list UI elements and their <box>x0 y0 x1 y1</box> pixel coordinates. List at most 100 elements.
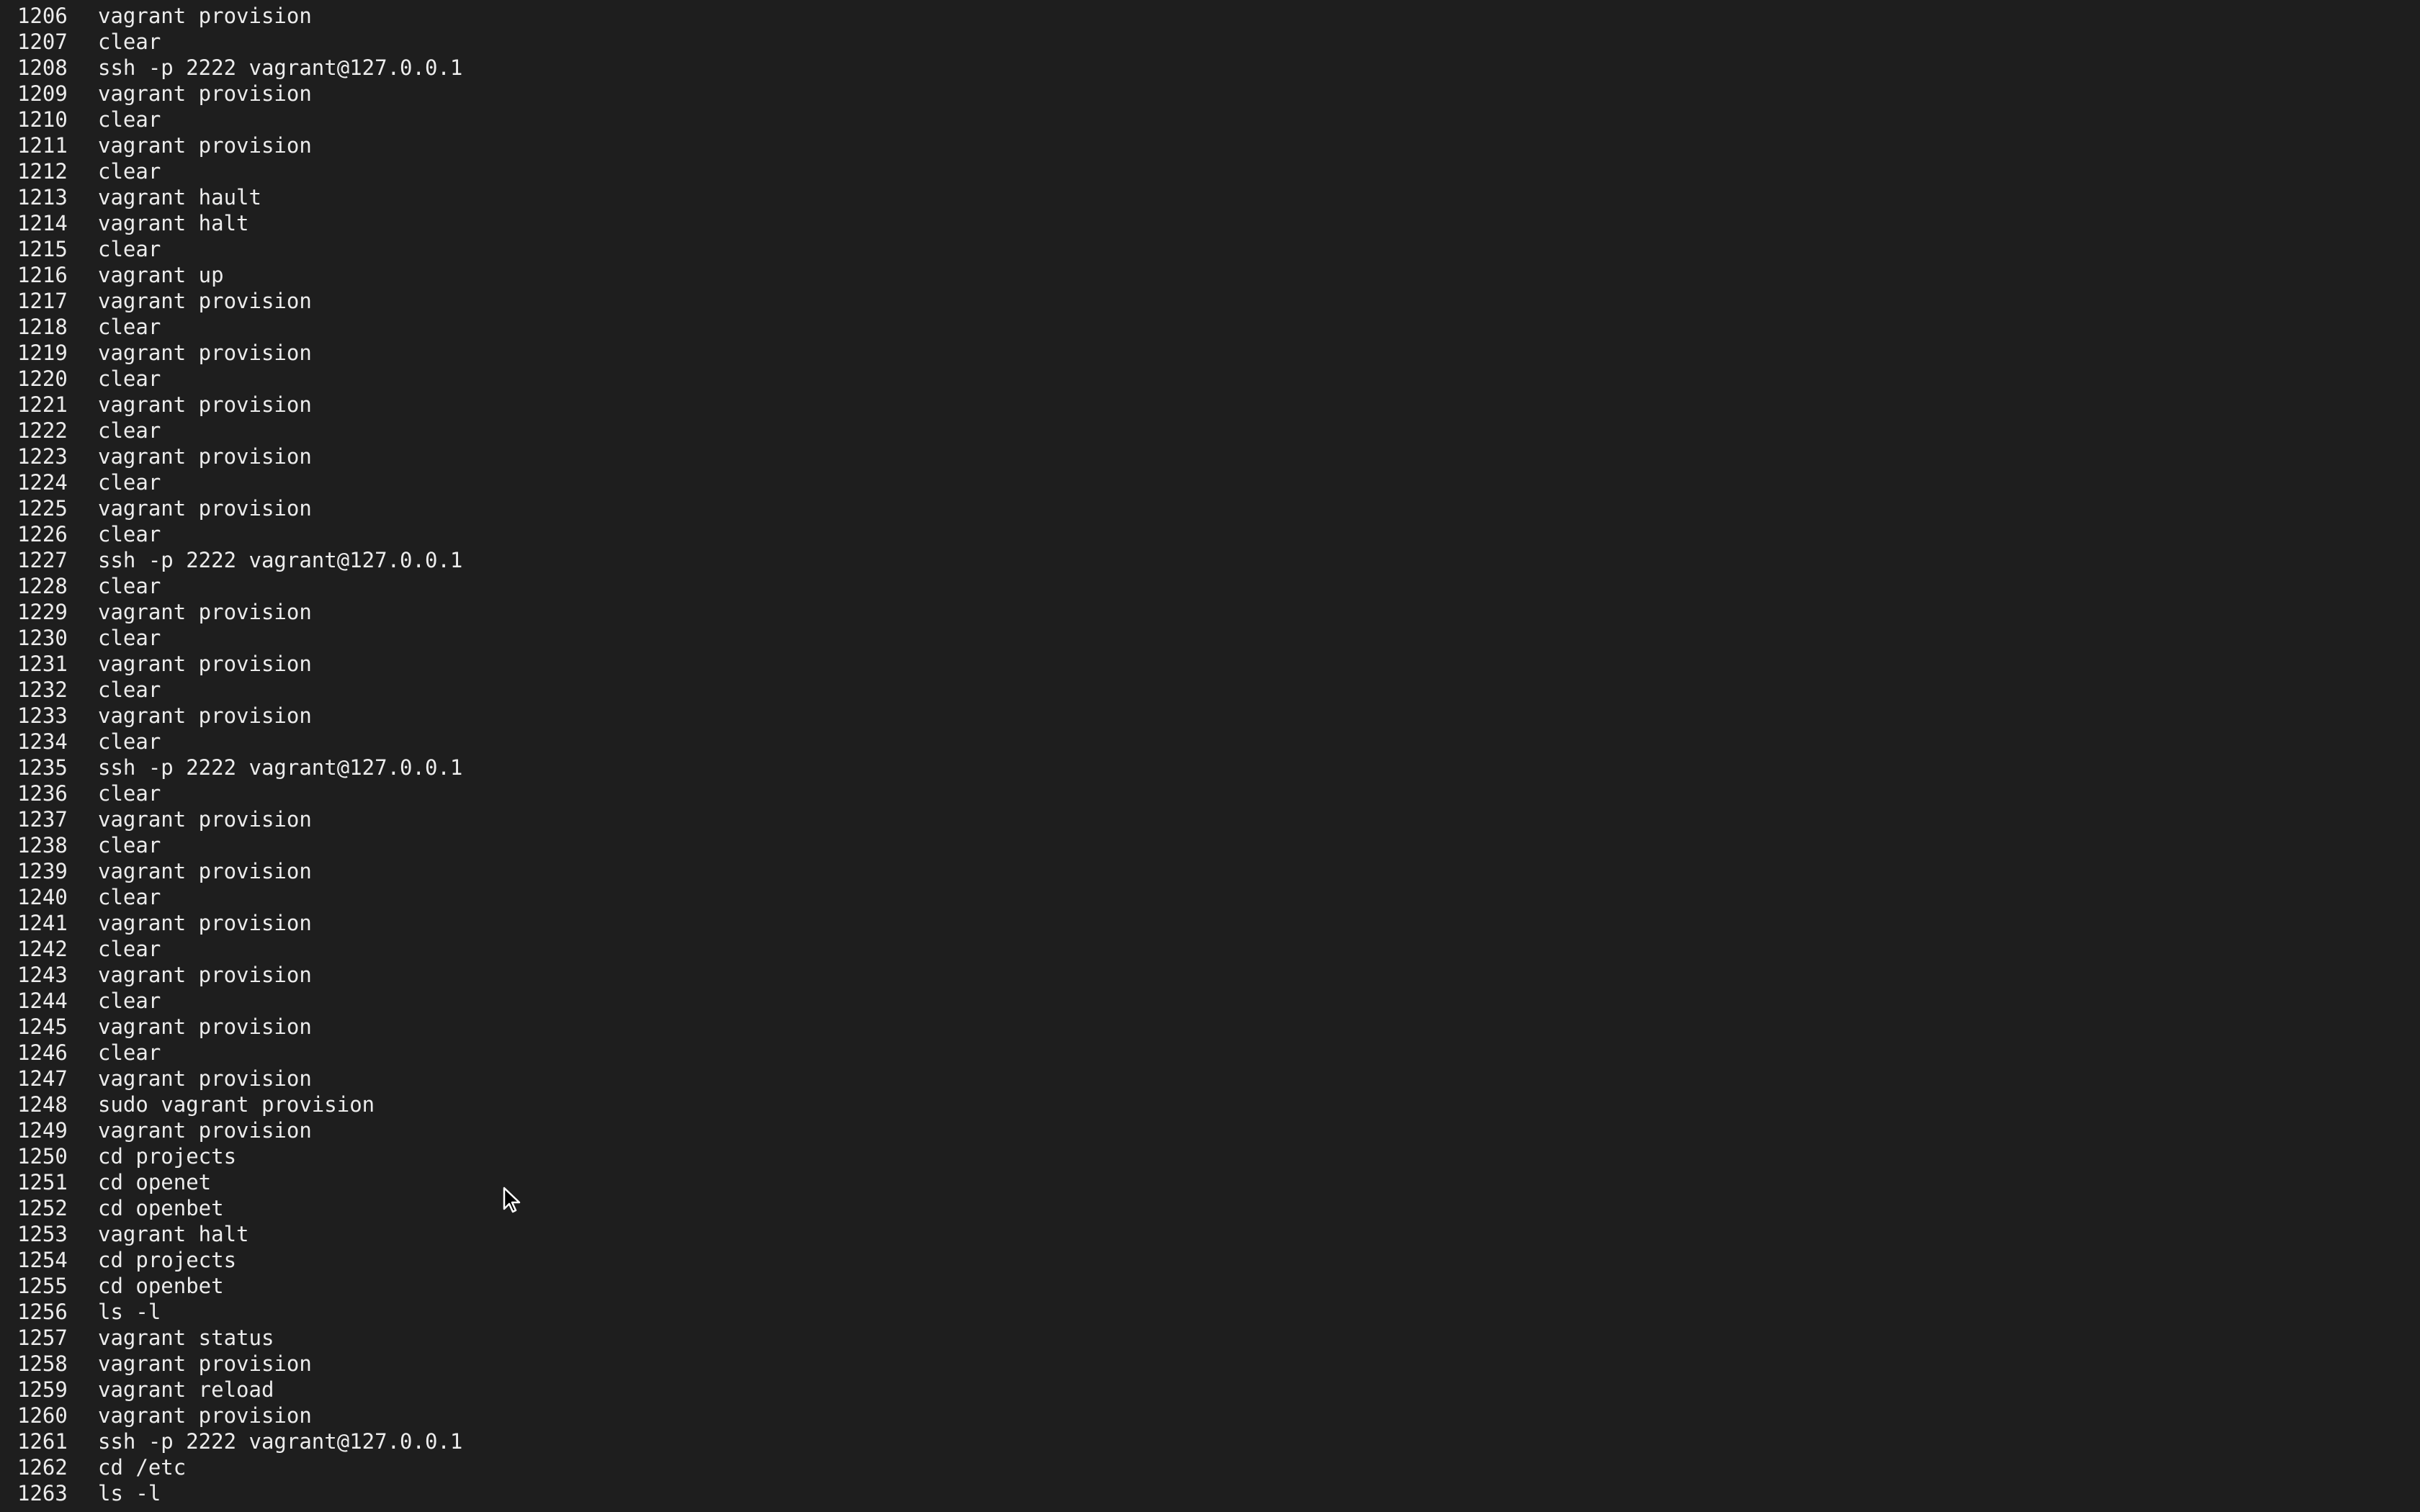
history-line: 1229 vagrant provision <box>17 599 2420 625</box>
history-line: 1212 clear <box>17 158 2420 184</box>
history-command: clear <box>98 315 161 339</box>
history-command: clear <box>98 989 161 1013</box>
history-line: 1250 cd projects <box>17 1143 2420 1169</box>
history-line-number: 1250 <box>17 1144 68 1169</box>
history-line-number: 1219 <box>17 341 68 365</box>
history-line-number: 1248 <box>17 1092 68 1117</box>
history-line: 1252 cd openbet <box>17 1195 2420 1221</box>
history-line-number: 1233 <box>17 703 68 728</box>
history-command: clear <box>98 885 161 909</box>
history-command: vagrant provision <box>98 703 312 728</box>
history-line-number: 1263 <box>17 1481 68 1506</box>
history-command: clear <box>98 30 161 54</box>
history-line-number: 1215 <box>17 237 68 261</box>
history-command: clear <box>98 729 161 754</box>
history-command: vagrant provision <box>98 444 312 469</box>
history-line: 1257 vagrant status <box>17 1325 2420 1351</box>
history-command: vagrant up <box>98 263 224 287</box>
history-line-number: 1235 <box>17 755 68 780</box>
history-line-number: 1218 <box>17 315 68 339</box>
history-line: 1235 ssh -p 2222 vagrant@127.0.0.1 <box>17 755 2420 780</box>
history-line: 1239 vagrant provision <box>17 858 2420 884</box>
history-command: clear <box>98 1040 161 1065</box>
history-line-number: 1242 <box>17 937 68 961</box>
history-line: 1226 clear <box>17 521 2420 547</box>
history-line: 1215 clear <box>17 236 2420 262</box>
terminal-window[interactable]: 1206 vagrant provision 1207 clear 1208 ssh -p… <box>0 0 2420 1512</box>
history-command: vagrant provision <box>98 341 312 365</box>
history-line-number: 1229 <box>17 600 68 624</box>
history-command: sudo vagrant provision <box>98 1092 375 1117</box>
history-line: 1227 ssh -p 2222 vagrant@127.0.0.1 <box>17 547 2420 573</box>
history-line-number: 1252 <box>17 1196 68 1220</box>
history-command: ls -l <box>98 1481 161 1506</box>
history-command: vagrant provision <box>98 1351 312 1376</box>
command-history-list: 1206 vagrant provision 1207 clear 1208 ssh -p… <box>17 3 2420 1506</box>
history-line: 1209 vagrant provision <box>17 81 2420 107</box>
history-line-number: 1261 <box>17 1429 68 1454</box>
history-line-number: 1238 <box>17 833 68 858</box>
history-command: ssh -p 2222 vagrant@127.0.0.1 <box>98 55 463 80</box>
history-command: vagrant status <box>98 1326 274 1350</box>
history-line: 1259 vagrant reload <box>17 1377 2420 1403</box>
history-line: 1218 clear <box>17 314 2420 340</box>
history-line: 1240 clear <box>17 884 2420 910</box>
history-line-number: 1243 <box>17 963 68 987</box>
history-line-number: 1231 <box>17 652 68 676</box>
history-command: vagrant hault <box>98 185 261 210</box>
history-line-number: 1213 <box>17 185 68 210</box>
history-line-number: 1206 <box>17 4 68 28</box>
history-command: clear <box>98 522 161 546</box>
history-command: vagrant provision <box>98 600 312 624</box>
history-line-number: 1226 <box>17 522 68 546</box>
history-command: clear <box>98 781 161 806</box>
history-command: vagrant provision <box>98 859 312 883</box>
history-line: 1244 clear <box>17 988 2420 1014</box>
history-line: 1233 vagrant provision <box>17 703 2420 729</box>
history-command: vagrant provision <box>98 1118 312 1143</box>
history-line-number: 1232 <box>17 678 68 702</box>
history-line: 1255 cd openbet <box>17 1273 2420 1299</box>
history-command: clear <box>98 237 161 261</box>
history-line-number: 1224 <box>17 470 68 495</box>
history-line: 1241 vagrant provision <box>17 910 2420 936</box>
history-line-number: 1211 <box>17 133 68 158</box>
history-command: vagrant provision <box>98 652 312 676</box>
history-command: cd openet <box>98 1170 212 1194</box>
history-command: vagrant halt <box>98 1222 249 1246</box>
history-command: clear <box>98 418 161 443</box>
history-line-number: 1237 <box>17 807 68 832</box>
history-line: 1249 vagrant provision <box>17 1117 2420 1143</box>
history-command: clear <box>98 833 161 858</box>
history-command: clear <box>98 470 161 495</box>
history-line-number: 1212 <box>17 159 68 184</box>
history-line-number: 1249 <box>17 1118 68 1143</box>
history-line: 1260 vagrant provision <box>17 1403 2420 1428</box>
history-line-number: 1214 <box>17 211 68 235</box>
history-line: 1216 vagrant up <box>17 262 2420 288</box>
history-line-number: 1217 <box>17 289 68 313</box>
history-line: 1256 ls -l <box>17 1299 2420 1325</box>
history-line: 1236 clear <box>17 780 2420 806</box>
history-command: ssh -p 2222 vagrant@127.0.0.1 <box>98 1429 463 1454</box>
history-command: clear <box>98 626 161 650</box>
history-line: 1208 ssh -p 2222 vagrant@127.0.0.1 <box>17 55 2420 81</box>
history-line-number: 1216 <box>17 263 68 287</box>
history-line: 1242 clear <box>17 936 2420 962</box>
history-command: cd openbet <box>98 1196 224 1220</box>
history-line: 1254 cd projects <box>17 1247 2420 1273</box>
history-command: clear <box>98 366 161 391</box>
history-line-number: 1221 <box>17 392 68 417</box>
mouse-pointer-icon <box>503 1187 521 1213</box>
history-line: 1258 vagrant provision <box>17 1351 2420 1377</box>
history-line-number: 1236 <box>17 781 68 806</box>
history-line: 1214 vagrant halt <box>17 210 2420 236</box>
history-line-number: 1255 <box>17 1274 68 1298</box>
history-line: 1238 clear <box>17 832 2420 858</box>
history-line: 1263 ls -l <box>17 1480 2420 1506</box>
history-command: vagrant provision <box>98 133 312 158</box>
history-line: 1221 vagrant provision <box>17 392 2420 418</box>
history-command: vagrant provision <box>98 81 312 106</box>
history-line-number: 1258 <box>17 1351 68 1376</box>
history-line-number: 1240 <box>17 885 68 909</box>
